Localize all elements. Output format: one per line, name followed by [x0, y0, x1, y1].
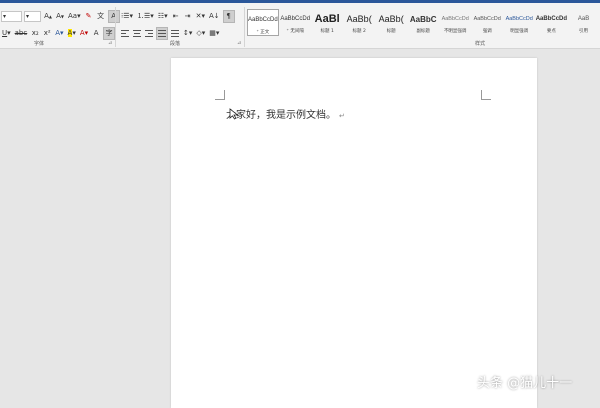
style-name: 标题 1	[320, 29, 334, 34]
font-name-select[interactable]: ▾	[24, 10, 41, 22]
style-preview: AaBbCcDd	[473, 16, 501, 22]
style-name: 引用	[579, 29, 589, 34]
style-item[interactable]: AaBbCcDd ⁺ 无间隔	[280, 9, 311, 36]
character-border-button[interactable]: A	[107, 9, 120, 23]
style-item[interactable]: AaBb( 标题	[376, 9, 407, 36]
underline-button[interactable]: U ▾	[1, 28, 12, 39]
document-text[interactable]: 大家好，我是示例文档。	[226, 110, 336, 121]
style-item[interactable]: AaBl 标题 1	[312, 9, 343, 36]
ribbon: ▾ ▾ A ▲ A ▼ Aa ▾ ✎ 文 A U ▾ abc x₂ x² A▾ A ▾ A…	[0, 3, 600, 49]
text-effects-icon[interactable]: A▾	[54, 28, 64, 39]
justify-icon[interactable]	[156, 26, 168, 40]
clear-format-icon[interactable]: ✎	[84, 11, 94, 22]
font-row-1: ▾ ▾ A ▲ A ▼ Aa ▾ ✎ 文 A	[1, 9, 122, 23]
paragraph-dialog-launcher-icon[interactable]: ⊿	[237, 40, 241, 46]
show-marks-icon[interactable]: ¶	[222, 9, 235, 23]
style-item[interactable]: AaBbCcDd 要点	[536, 9, 567, 36]
numbering-icon[interactable]: ⒈☰▾	[136, 11, 155, 22]
decrease-indent-icon[interactable]: ⇤	[171, 11, 181, 22]
style-item[interactable]: AaBb( 标题 2	[344, 9, 375, 36]
style-preview: AaBbCcDd	[248, 17, 278, 23]
style-preview: AaB	[577, 16, 590, 22]
styles-gallery: AaBbCcDd ⁺ 正文 AaBbCcDd ⁺ 无间隔 AaBl 标题 1 AaBb( 标题…	[247, 9, 600, 38]
font-color-button[interactable]: A ▾	[79, 28, 89, 39]
margin-corner-mark	[481, 90, 491, 100]
sort-icon[interactable]: A↓	[208, 11, 221, 22]
grow-font-button[interactable]: A ▲	[43, 11, 53, 22]
strikethrough-button[interactable]: abc	[14, 28, 29, 39]
watermark: 头条 @猫儿十一	[477, 376, 573, 391]
phonetic-guide-icon[interactable]: 文	[96, 11, 106, 22]
increase-indent-icon[interactable]: ⇥	[183, 11, 193, 22]
group-divider	[244, 7, 245, 47]
document-paragraph[interactable]: 大家好，我是示例文档。 ↵	[226, 106, 345, 121]
shrink-font-button[interactable]: A ▼	[55, 11, 65, 22]
style-item[interactable]: AaBbCcDd ⁺ 正文	[247, 9, 279, 36]
change-case-button[interactable]: Aa ▾	[67, 11, 82, 22]
align-center-icon[interactable]	[132, 28, 142, 39]
font-group-label: 字体	[34, 41, 45, 47]
paragraph-group-label: 段落	[170, 41, 181, 47]
superscript-button[interactable]: x²	[42, 28, 52, 39]
group-divider	[115, 7, 116, 47]
style-preview: AaBbCcDd	[535, 16, 568, 22]
style-preview: AaBb(	[378, 14, 404, 24]
subscript-button[interactable]: x₂	[30, 28, 40, 39]
style-name: 标题 2	[352, 29, 366, 34]
style-name: 副标题	[416, 29, 430, 34]
mouse-cursor-icon	[229, 108, 239, 120]
highlight-button[interactable]: A ▾	[67, 28, 77, 39]
style-name: 标题	[386, 29, 396, 34]
style-preview: AaBbCcDd	[280, 16, 311, 22]
bullets-icon[interactable]: ⁝☰▾	[120, 11, 134, 22]
align-right-icon[interactable]	[144, 28, 154, 39]
multilevel-list-icon[interactable]: ☷▾	[157, 11, 169, 22]
borders-icon[interactable]: ▦▾	[208, 28, 220, 39]
style-name: 不明显强调	[443, 29, 467, 34]
chinese-layout-icon[interactable]: ✕▾	[195, 11, 206, 22]
align-left-icon[interactable]	[120, 28, 130, 39]
paragraph-row-1: ⁝☰▾ ⒈☰▾ ☷▾ ⇤ ⇥ ✕▾ A↓ ¶	[120, 9, 237, 23]
style-item[interactable]: AaBbCcDd 强调	[472, 9, 503, 36]
style-preview: AaBb(	[346, 14, 372, 24]
style-item[interactable]: AaBbCcDd 明显强调	[504, 9, 535, 36]
paragraph-mark-icon: ↵	[339, 112, 345, 120]
enclose-characters-button[interactable]: 字	[103, 26, 116, 40]
font-dialog-launcher-icon[interactable]: ⊿	[108, 40, 112, 46]
font-row-2: U ▾ abc x₂ x² A▾ A ▾ A ▾ A 字	[1, 26, 117, 40]
style-preview: AaBbCcDd	[505, 16, 533, 22]
style-preview: AaBbCcDd	[441, 16, 469, 22]
shading-icon[interactable]: ◇▾	[195, 28, 206, 39]
font-size-select[interactable]: ▾	[1, 10, 22, 22]
style-preview: AaBbC	[409, 14, 437, 24]
style-item[interactable]: AaBbC 副标题	[408, 9, 439, 36]
style-name: 明显强调	[510, 29, 529, 34]
style-name: ⁺ 无间隔	[286, 29, 304, 34]
style-name: 强调	[482, 29, 492, 34]
paragraph-row-2: ↕▾ ◇▾ ▦▾	[120, 26, 222, 40]
style-name: ⁺ 正文	[256, 30, 270, 35]
style-preview: AaBl	[314, 13, 340, 25]
style-item[interactable]: AaB 引用	[568, 9, 599, 36]
character-shading-button[interactable]: A	[91, 28, 101, 39]
document-page[interactable]: 大家好，我是示例文档。 ↵	[171, 58, 537, 408]
margin-corner-mark	[215, 90, 225, 100]
styles-group-label: 样式	[475, 41, 486, 47]
distributed-icon[interactable]	[170, 28, 180, 39]
line-spacing-icon[interactable]: ↕▾	[182, 28, 193, 39]
style-name: 要点	[546, 29, 556, 34]
style-item[interactable]: AaBbCcDd 不明显强调	[440, 9, 471, 36]
